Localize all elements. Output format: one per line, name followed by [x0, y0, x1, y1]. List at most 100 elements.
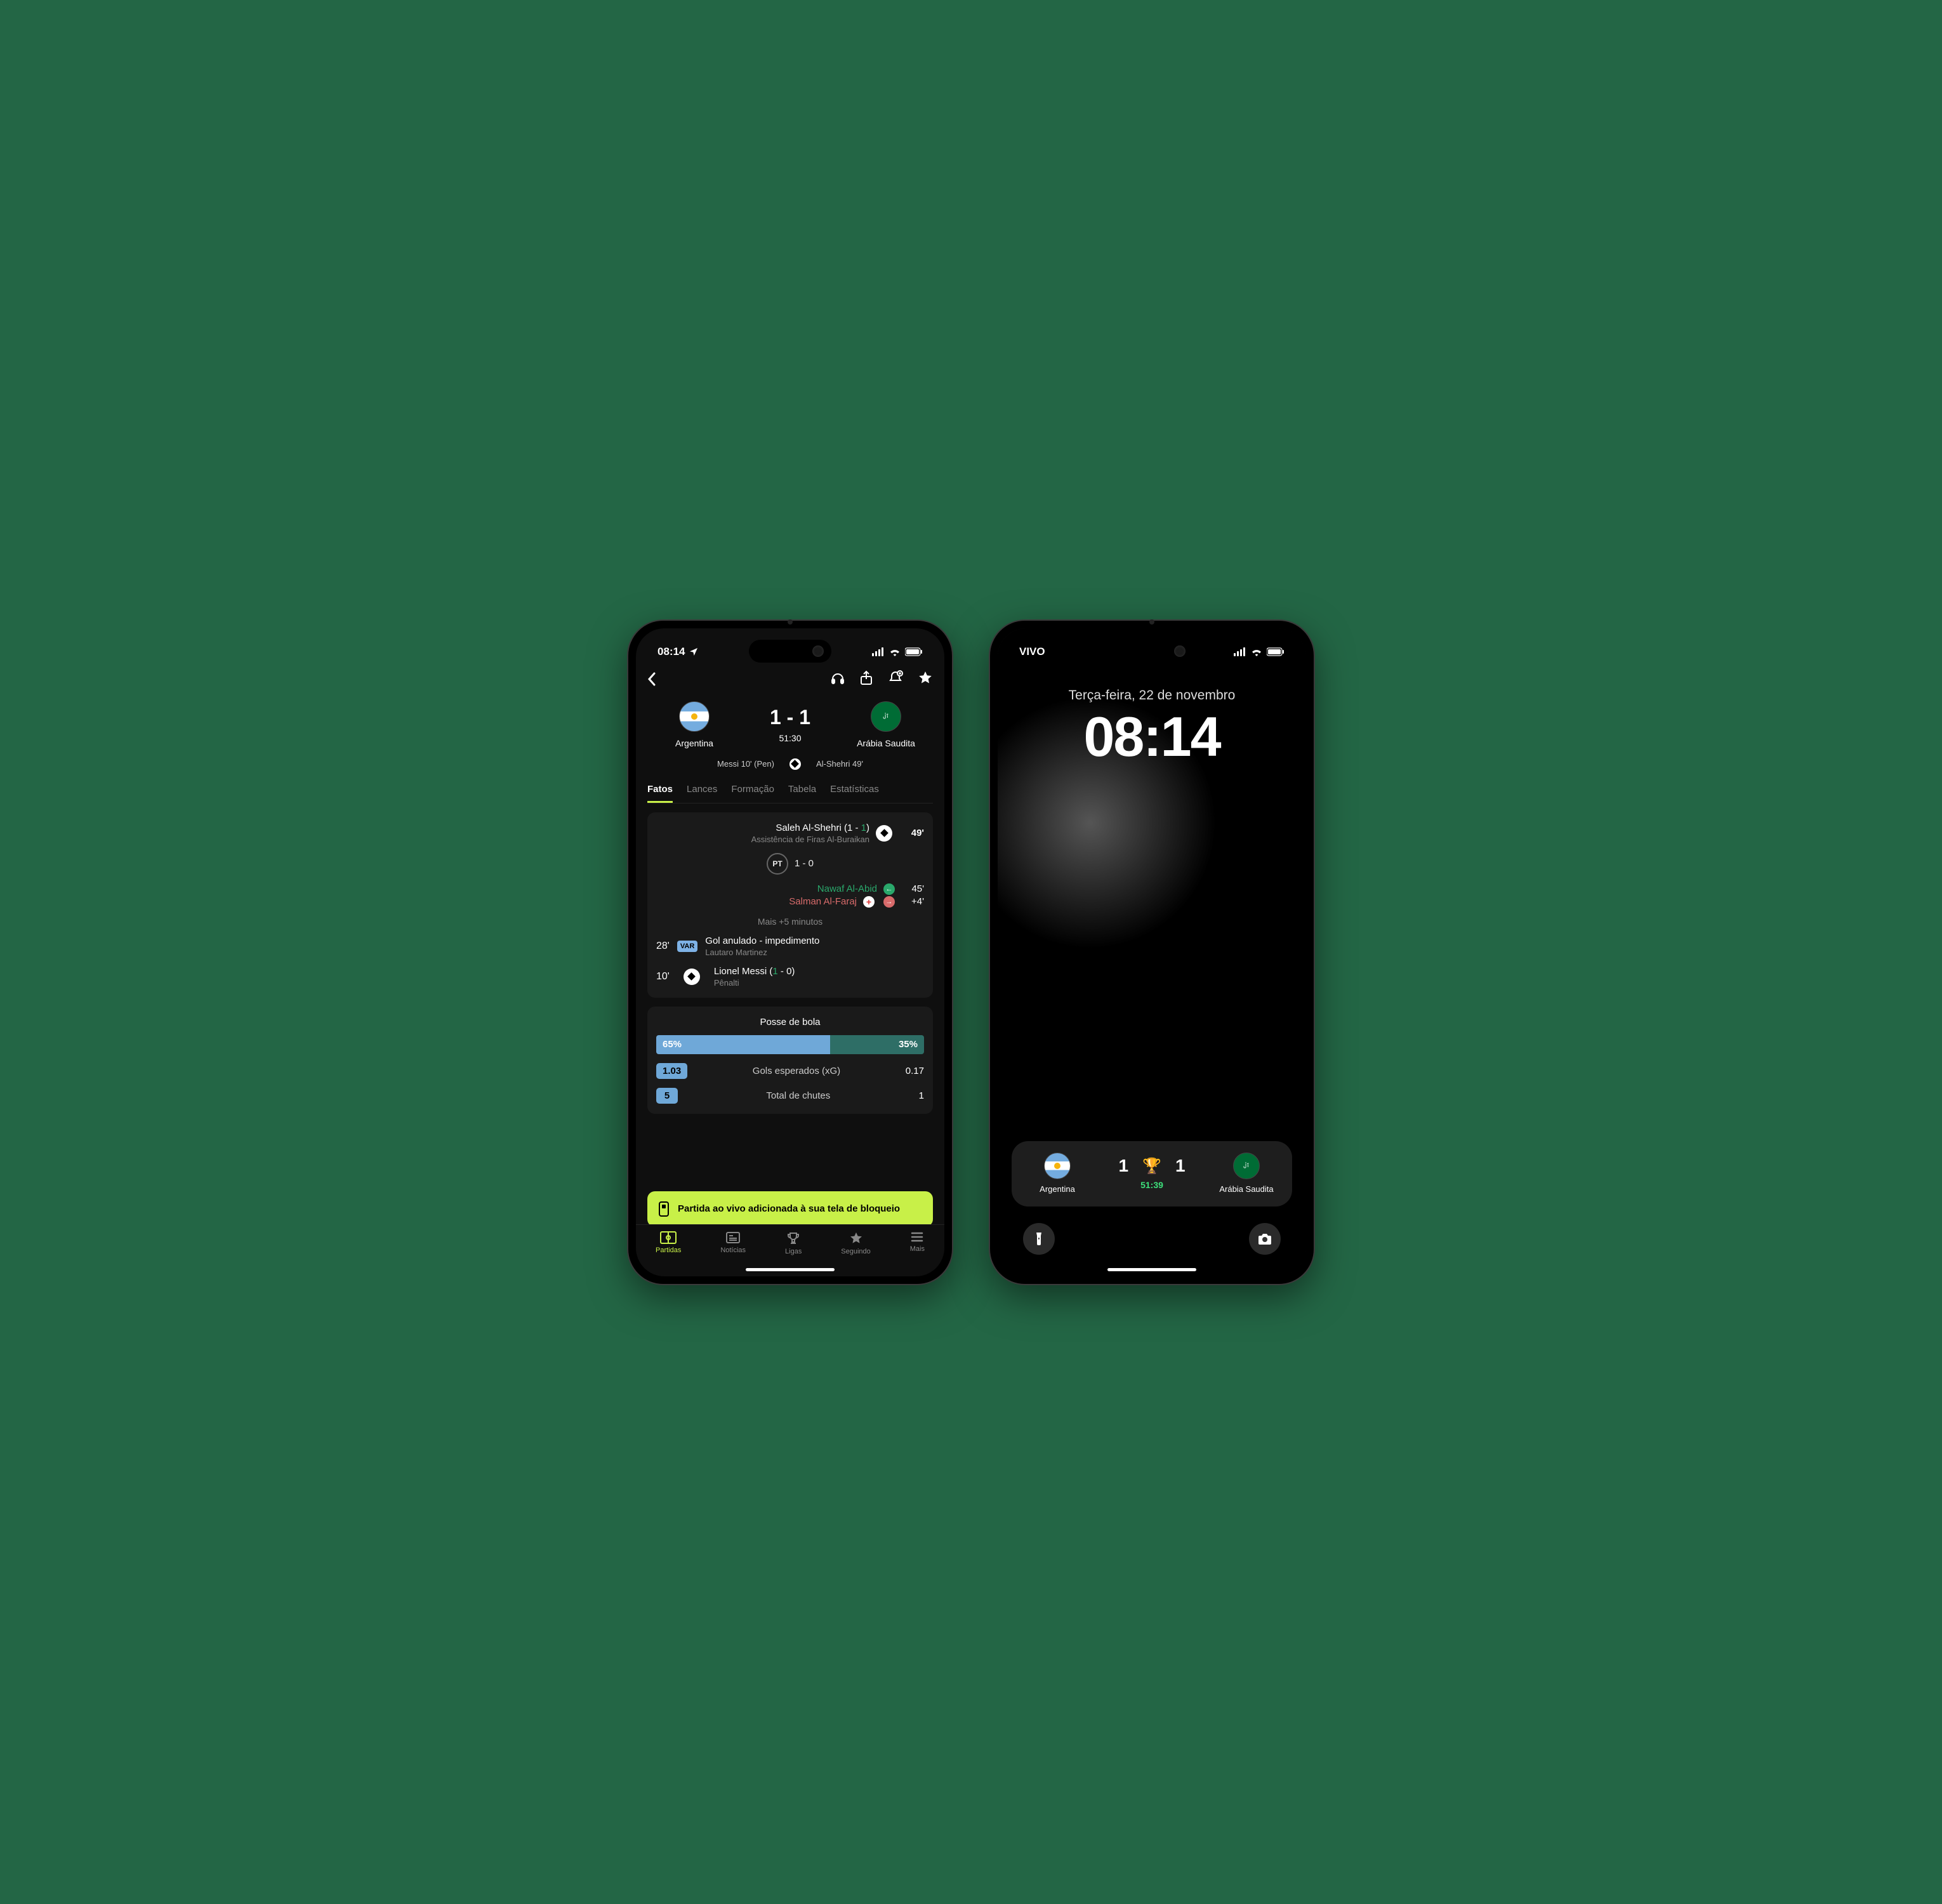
event-var[interactable]: 28' VAR Gol anulado - impedimento Lautar… [656, 935, 924, 957]
var-title: Gol anulado - impedimento [705, 935, 819, 946]
xg-home: 1.03 [656, 1063, 687, 1079]
navbar [647, 665, 933, 697]
audio-icon[interactable] [830, 670, 845, 689]
dynamic-island [749, 640, 831, 663]
cellular-icon [872, 647, 885, 656]
xg-away: 0.17 [906, 1066, 924, 1076]
la-away-name: Arábia Saudita [1219, 1184, 1273, 1194]
battery-icon [1267, 647, 1285, 656]
dynamic-island [1111, 640, 1193, 663]
tab-tabela[interactable]: Tabela [788, 779, 816, 803]
flag-argentina-icon [679, 701, 710, 732]
la-home-score: 1 [1118, 1156, 1128, 1176]
star-icon [849, 1231, 863, 1245]
la-home-team: Argentina [1026, 1153, 1089, 1194]
event-minute: +4' [901, 896, 924, 907]
match-score: 1 - 1 [770, 706, 810, 729]
home-indicator[interactable] [1107, 1268, 1196, 1271]
phone-icon [659, 1201, 669, 1217]
event-minute: 28' [656, 941, 670, 952]
halftime-score: 1 - 0 [795, 858, 814, 869]
trophy-icon [786, 1231, 800, 1245]
scoreboard: Argentina 1 - 1 51:30 ٱلْ Arábia Saudita [647, 697, 933, 752]
home-scorers: Messi 10' (Pen) [717, 759, 774, 769]
tab-formacao[interactable]: Formação [731, 779, 774, 803]
event-assist: Assistência de Firas Al-Buraikan [751, 835, 869, 844]
la-match-minute: 51:39 [1140, 1180, 1163, 1190]
tab-lances[interactable]: Lances [687, 779, 717, 803]
shots-away: 1 [919, 1090, 924, 1101]
favorite-star-icon[interactable] [918, 670, 933, 689]
flashlight-button[interactable] [1023, 1223, 1055, 1255]
stats-card: Posse de bola 65% 35% 1.03 Gols esperado… [647, 1007, 933, 1114]
event-substitution[interactable]: Nawaf Al-Abid ← 45' [656, 883, 924, 895]
possession-title: Posse de bola [656, 1017, 924, 1028]
la-away-team: ٱلْ Arábia Saudita [1215, 1153, 1278, 1194]
matches-icon [660, 1231, 677, 1244]
tab-estatisticas[interactable]: Estatísticas [830, 779, 879, 803]
flag-saudi-arabia-icon: ٱلْ [871, 701, 901, 732]
tab-fatos[interactable]: Fatos [647, 779, 673, 803]
var-badge-icon: VAR [677, 941, 697, 952]
bottom-tabbar: Partidas Notícias Ligas Seguindo Mais [636, 1224, 944, 1276]
ball-icon [789, 758, 801, 770]
live-activity-widget[interactable]: Argentina 1 🏆 1 51:39 ٱلْ Arábia Saudita [1012, 1141, 1292, 1207]
tab-partidas[interactable]: Partidas [656, 1231, 681, 1254]
event-substitution-out[interactable]: Salman Al-Faraj → +4' [656, 896, 924, 908]
carrier-label: VIVO [1019, 645, 1045, 658]
toast-text: Partida ao vivo adicionada à sua tela de… [678, 1203, 900, 1214]
away-team[interactable]: ٱلْ Arábia Saudita [848, 701, 924, 748]
cellular-icon [1234, 647, 1246, 656]
event-minute: 45' [901, 883, 924, 894]
wifi-icon [888, 647, 901, 656]
home-team[interactable]: Argentina [656, 701, 732, 748]
news-icon [725, 1231, 741, 1244]
event-goal-home[interactable]: 10' Lionel Messi (1 - 0) Pênalti [656, 966, 924, 988]
extra-time-label: Mais +5 minutos [656, 916, 924, 927]
la-home-name: Argentina [1040, 1184, 1075, 1194]
possession-bar: 65% 35% [656, 1035, 924, 1054]
injury-icon [863, 896, 875, 908]
battery-icon [905, 647, 923, 656]
match-tabs: Fatos Lances Formação Tabela Estatística… [647, 779, 933, 803]
halftime-row: PT 1 - 0 [656, 853, 924, 875]
notification-add-icon[interactable] [887, 670, 904, 689]
stat-row-shots: 5 Total de chutes 1 [656, 1088, 924, 1104]
match-minute: 51:30 [779, 733, 801, 743]
camera-button[interactable] [1249, 1223, 1281, 1255]
tab-mais[interactable]: Mais [910, 1231, 925, 1253]
back-button[interactable] [647, 672, 656, 686]
possession-home: 65% [656, 1035, 830, 1054]
ball-icon [684, 969, 700, 985]
goal-detail: Pênalti [714, 978, 795, 988]
events-card: Saleh Al-Shehri (1 - 1) Assistência de F… [647, 812, 933, 998]
ball-icon [876, 825, 892, 842]
stat-row-xg: 1.03 Gols esperados (xG) 0.17 [656, 1063, 924, 1079]
sub-in-icon: ← [883, 883, 895, 895]
sub-out-icon: → [883, 896, 895, 908]
event-minute: 10' [656, 971, 670, 982]
shots-home: 5 [656, 1088, 678, 1104]
tab-seguindo[interactable]: Seguindo [841, 1231, 871, 1255]
sub-in-player: Nawaf Al-Abid [817, 883, 877, 894]
screen-lockscreen: VIVO Terça-feira, 22 de novembro 08:14 A… [998, 628, 1306, 1276]
la-away-score: 1 [1175, 1156, 1186, 1176]
share-icon[interactable] [859, 670, 873, 689]
phone-device-left: 08:14 [628, 621, 952, 1284]
home-team-name: Argentina [675, 738, 713, 748]
status-time: 08:14 [657, 645, 685, 658]
shots-label: Total de chutes [766, 1090, 830, 1101]
toast-live-activity-added[interactable]: Partida ao vivo adicionada à sua tela de… [647, 1191, 933, 1227]
phone-device-right: VIVO Terça-feira, 22 de novembro 08:14 A… [990, 621, 1314, 1284]
home-indicator[interactable] [746, 1268, 835, 1271]
scorers-row: Messi 10' (Pen) Al-Shehri 49' [647, 758, 933, 770]
event-goal-away[interactable]: Saleh Al-Shehri (1 - 1) Assistência de F… [656, 823, 924, 844]
lock-time: 08:14 [998, 704, 1306, 769]
event-minute: 49' [899, 828, 924, 838]
flag-argentina-icon [1044, 1153, 1071, 1179]
tab-ligas[interactable]: Ligas [785, 1231, 802, 1255]
location-icon [689, 647, 699, 657]
screen-app: 08:14 [636, 628, 944, 1276]
away-scorers: Al-Shehri 49' [816, 759, 863, 769]
tab-noticias[interactable]: Notícias [720, 1231, 746, 1254]
